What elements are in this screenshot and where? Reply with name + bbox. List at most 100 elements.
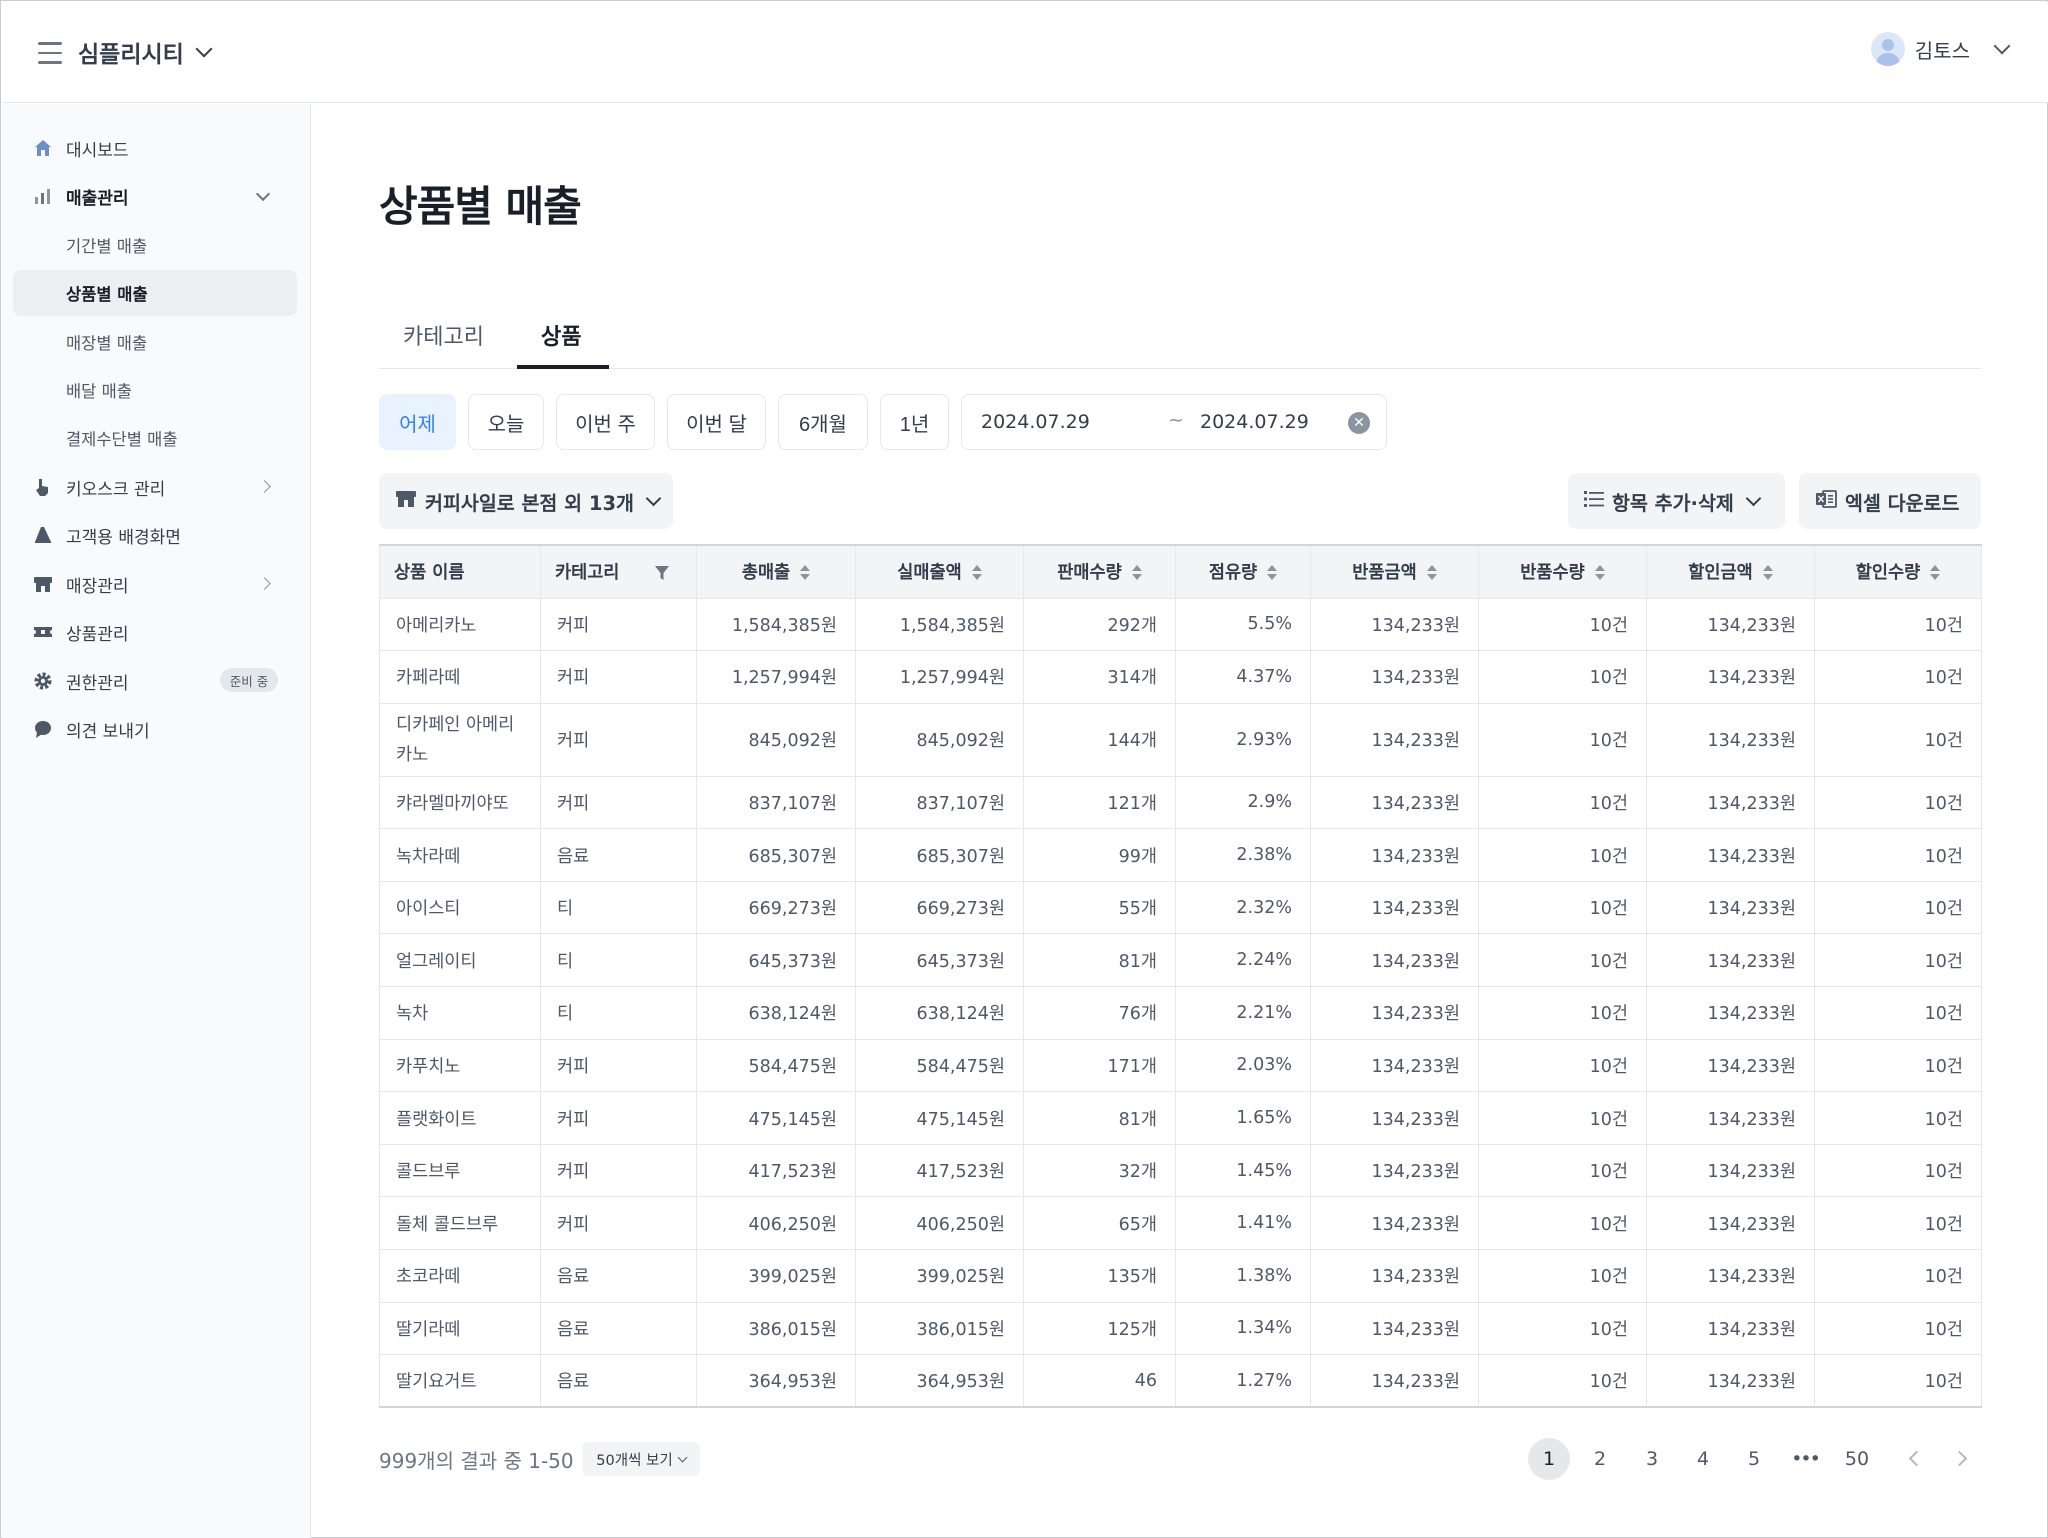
cell-product-name: 녹차: [379, 986, 541, 1040]
page-button-1[interactable]: 1: [1528, 1438, 1570, 1480]
page-button-4[interactable]: 4: [1682, 1438, 1724, 1480]
cell-total-sales: 837,107원: [696, 775, 856, 830]
sidebar-item-delivery-sales[interactable]: 배달 매출: [66, 373, 132, 407]
end-date-field[interactable]: 2024.07.29: [1200, 411, 1309, 433]
table-row[interactable]: 딸기라떼 음료 386,015원 386,015원 125개 1.34% 134,233원 1…: [379, 1301, 1982, 1356]
cell-discount-count: 10건: [1814, 1354, 1982, 1409]
sort-icon[interactable]: [1930, 565, 1941, 581]
cell-return-amount: 134,233원: [1310, 1038, 1479, 1093]
cell-quantity: 81개: [1023, 1091, 1176, 1145]
page-button-2[interactable]: 2: [1579, 1438, 1621, 1480]
start-date-field[interactable]: 2024.07.29: [981, 411, 1090, 433]
cell-category: 음료: [540, 1249, 697, 1303]
tab-product[interactable]: 상품: [541, 319, 581, 351]
table-row[interactable]: 카푸치노 커피 584,475원 584,475원 171개 2.03% 134,233원 1…: [379, 1038, 1982, 1093]
excel-download-button[interactable]: 엑셀 다운로드: [1799, 473, 1981, 529]
sidebar-item-sales[interactable]: 매출관리: [32, 179, 129, 213]
sort-icon[interactable]: [1594, 565, 1605, 581]
chevron-down-icon: [1993, 37, 2011, 55]
table-row[interactable]: 녹차 티 638,124원 638,124원 76개 2.21% 134,233원 10건 13…: [379, 986, 1982, 1040]
column-header-category[interactable]: 카테고리: [540, 544, 697, 599]
table-row[interactable]: 아이스티 티 669,273원 669,273원 55개 2.32% 134,233원 10건…: [379, 880, 1982, 935]
cell-quantity: 144개: [1023, 702, 1176, 777]
sort-icon[interactable]: [1131, 565, 1142, 581]
table-row[interactable]: 딸기요거트 음료 364,953원 364,953원 46 1.27% 134,233원 10…: [379, 1354, 1982, 1409]
table-row[interactable]: 아메리카노 커피 1,584,385원 1,584,385원 292개 5.5% 134,2…: [379, 597, 1982, 652]
sidebar-item-product-sales[interactable]: 상품별 매출: [66, 276, 148, 310]
menu-icon[interactable]: [38, 42, 62, 64]
cell-net-sales: 669,273원: [855, 880, 1024, 935]
sidebar-item-period-sales[interactable]: 기간별 매출: [66, 228, 147, 262]
brand-switcher[interactable]: 심플리시티: [78, 35, 213, 69]
avatar: [1870, 32, 1905, 66]
page-button-50[interactable]: 50: [1836, 1438, 1878, 1480]
cell-quantity: 81개: [1023, 933, 1176, 988]
table-row[interactable]: 초코라떼 음료 399,025원 399,025원 135개 1.38% 134,233원 1…: [379, 1249, 1982, 1303]
cell-category: 커피: [540, 650, 697, 704]
cell-quantity: 292개: [1023, 597, 1176, 652]
cell-discount-count: 10건: [1814, 775, 1982, 830]
column-header-share[interactable]: 점유량: [1175, 544, 1311, 599]
date-range-picker[interactable]: 2024.07.29 ~ 2024.07.29 ✕: [961, 394, 1387, 450]
column-header-quantity[interactable]: 판매수량: [1023, 544, 1176, 599]
tab-category[interactable]: 카테고리: [403, 319, 484, 351]
table-row[interactable]: 돌체 콜드브루 커피 406,250원 406,250원 65개 1.41% 134,233…: [379, 1196, 1982, 1251]
cell-discount-count: 10건: [1814, 650, 1982, 704]
clear-icon[interactable]: ✕: [1348, 412, 1370, 434]
table-row[interactable]: 녹차라떼 음료 685,307원 685,307원 99개 2.38% 134,233원 10…: [379, 828, 1982, 882]
table-row[interactable]: 캬라멜마끼야또 커피 837,107원 837,107원 121개 2.9% 134,233…: [379, 775, 1982, 830]
cell-category: 티: [540, 986, 697, 1040]
range-this-month-button[interactable]: 이번 달: [667, 394, 766, 450]
sidebar-item-kiosk[interactable]: 키오스크 관리: [32, 470, 165, 504]
sidebar-item-dashboard[interactable]: 대시보드: [32, 131, 129, 165]
cell-return-count: 10건: [1478, 1354, 1647, 1409]
sidebar-item-permissions[interactable]: 권한관리: [32, 664, 129, 698]
sidebar-item-feedback[interactable]: 의견 보내기: [32, 712, 150, 746]
sort-icon[interactable]: [1267, 565, 1278, 581]
sort-icon[interactable]: [971, 565, 982, 581]
sidebar-item-payment-sales[interactable]: 결제수단별 매출: [66, 421, 178, 455]
cell-total-sales: 638,124원: [696, 986, 856, 1040]
sidebar-item-product-management[interactable]: 상품관리: [32, 615, 129, 649]
filter-icon[interactable]: [654, 565, 670, 581]
column-header-return-amount[interactable]: 반품금액: [1310, 544, 1479, 599]
table-row[interactable]: 카페라떼 커피 1,257,994원 1,257,994원 314개 4.37% 134,2…: [379, 650, 1982, 704]
chevron-left-icon[interactable]: [1908, 1450, 1925, 1467]
cell-quantity: 65개: [1023, 1196, 1176, 1251]
chevron-right-icon[interactable]: [1951, 1450, 1968, 1467]
table-row[interactable]: 플랫화이트 커피 475,145원 475,145원 81개 1.65% 134,233원 1…: [379, 1091, 1982, 1145]
range-1-year-button[interactable]: 1년: [880, 394, 949, 450]
column-header-return-count[interactable]: 반품수량: [1478, 544, 1647, 599]
sort-icon[interactable]: [1426, 565, 1437, 581]
user-menu[interactable]: 김토스: [1870, 32, 2011, 66]
sidebar-item-store-sales[interactable]: 매장별 매출: [66, 325, 147, 359]
range-yesterday-button[interactable]: 어제: [379, 394, 456, 450]
sort-icon[interactable]: [1762, 565, 1773, 581]
cell-return-count: 10건: [1478, 650, 1647, 704]
edit-columns-button[interactable]: 항목 추가·삭제: [1568, 473, 1785, 529]
per-page-select[interactable]: 50개씩 보기: [582, 1442, 700, 1476]
range-this-week-button[interactable]: 이번 주: [556, 394, 655, 450]
column-header-product-name[interactable]: 상품 이름: [379, 544, 541, 599]
table-row[interactable]: 디카페인 아메리카노 커피 845,092원 845,092원 144개 2.93% 134…: [379, 702, 1982, 777]
column-header-total-sales[interactable]: 총매출: [696, 544, 856, 599]
column-header-discount-amount[interactable]: 할인금액: [1646, 544, 1815, 599]
table-row[interactable]: 얼그레이티 티 645,373원 645,373원 81개 2.24% 134,233원 10…: [379, 933, 1982, 988]
range-today-button[interactable]: 오늘: [468, 394, 544, 450]
sidebar-item-customer-wallpaper[interactable]: 고객용 배경화면: [32, 518, 181, 552]
page-button-5[interactable]: 5: [1733, 1438, 1775, 1480]
store-selector[interactable]: 커피사일로 본점 외 13개: [379, 473, 673, 529]
cell-quantity: 76개: [1023, 986, 1176, 1040]
cell-share: 2.21%: [1175, 986, 1311, 1040]
cell-return-count: 10건: [1478, 828, 1647, 882]
cell-product-name: 녹차라떼: [379, 828, 541, 882]
column-header-net-sales[interactable]: 실매출액: [855, 544, 1024, 599]
cell-product-name: 돌체 콜드브루: [379, 1196, 541, 1251]
page-button-3[interactable]: 3: [1631, 1438, 1673, 1480]
cell-quantity: 99개: [1023, 828, 1176, 882]
sort-icon[interactable]: [800, 565, 811, 581]
table-row[interactable]: 콜드브루 커피 417,523원 417,523원 32개 1.45% 134,233원 10…: [379, 1143, 1982, 1198]
range-6-months-button[interactable]: 6개월: [778, 394, 868, 450]
sidebar-item-store-management[interactable]: 매장관리: [32, 567, 129, 601]
column-header-discount-count[interactable]: 할인수량: [1814, 544, 1982, 599]
